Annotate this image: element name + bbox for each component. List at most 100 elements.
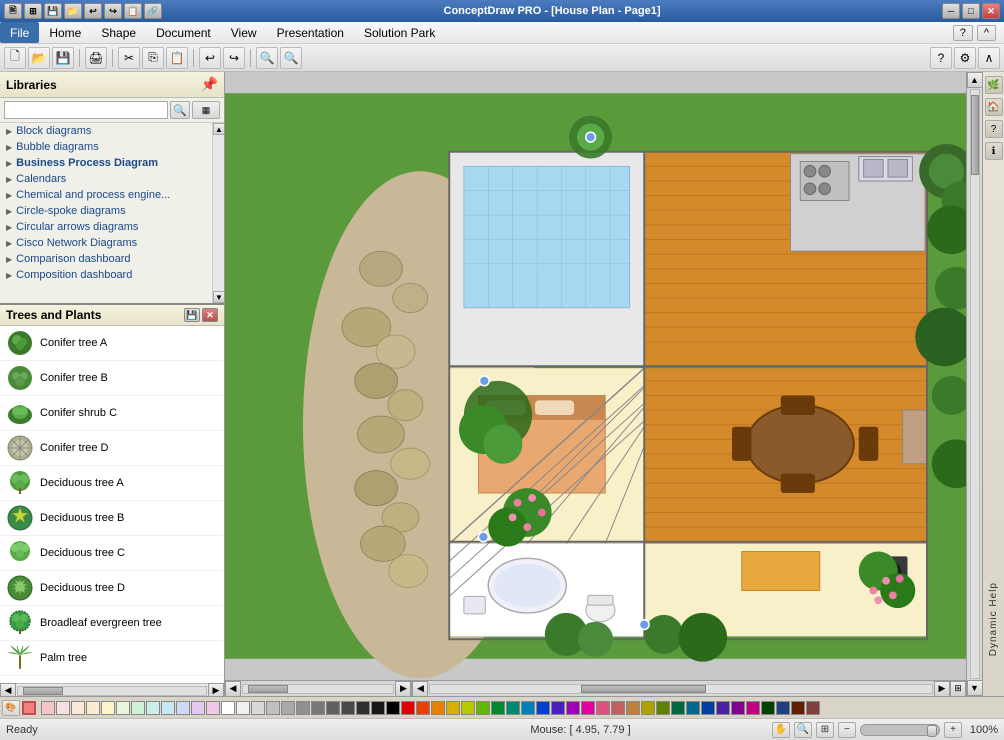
color-swatch-32[interactable]	[521, 701, 535, 715]
left-scroll-thumb[interactable]	[23, 687, 63, 695]
menu-solution-park[interactable]: Solution Park	[354, 22, 445, 43]
toolbar-open[interactable]: 📂	[28, 47, 50, 69]
left-scroll-right[interactable]: ▶	[208, 683, 224, 697]
color-swatch-29[interactable]	[476, 701, 490, 715]
menu-view[interactable]: View	[221, 22, 267, 43]
color-swatch-10[interactable]	[191, 701, 205, 715]
undo-btn[interactable]: ↩	[84, 3, 102, 19]
pin-icon[interactable]: 📌	[201, 76, 218, 93]
help-btn[interactable]: ?	[953, 25, 973, 41]
hand-tool[interactable]: ✋	[772, 722, 790, 738]
color-swatch-23[interactable]	[386, 701, 400, 715]
tree-item-broadleaf[interactable]: Broadleaf evergreen tree	[0, 606, 224, 641]
toolbar-icon-1[interactable]: 🖹	[4, 3, 22, 19]
toolbar-zoom-in[interactable]: 🔍	[256, 47, 278, 69]
current-color-fill[interactable]	[22, 701, 36, 715]
right-icon-1[interactable]: 🌿	[985, 76, 1003, 94]
canvas-scroll-left[interactable]: ◀	[225, 681, 241, 697]
lib-item-composition[interactable]: Composition dashboard	[0, 267, 212, 283]
color-swatch-28[interactable]	[461, 701, 475, 715]
tree-item-conifer-shrub[interactable]: Conifer shrub C	[0, 396, 224, 431]
right-icon-2[interactable]: 🏠	[985, 98, 1003, 116]
toolbar-up[interactable]: ∧	[978, 47, 1000, 69]
collapse-btn[interactable]: ^	[977, 25, 996, 41]
zoom-slider[interactable]	[860, 724, 940, 736]
color-swatch-6[interactable]	[131, 701, 145, 715]
color-swatch-37[interactable]	[596, 701, 610, 715]
canvas-corner-btn[interactable]: ⊞	[950, 681, 966, 697]
color-swatch-17[interactable]	[296, 701, 310, 715]
tree-item-deciduous-a[interactable]: Deciduous tree A	[0, 466, 224, 501]
fit-tool[interactable]: ⊞	[816, 722, 834, 738]
toolbar-paste[interactable]: 📋	[166, 47, 188, 69]
lib-scrollbar[interactable]: ▲ ▼	[212, 123, 224, 303]
menu-presentation[interactable]: Presentation	[267, 22, 354, 43]
tree-item-conifer-a[interactable]: Conifer tree A	[0, 326, 224, 361]
tree-item-conifer-b[interactable]: Conifer tree B	[0, 361, 224, 396]
color-swatch-42[interactable]	[671, 701, 685, 715]
tree-item-deciduous-d[interactable]: Deciduous tree D	[0, 571, 224, 606]
color-swatch-38[interactable]	[611, 701, 625, 715]
color-swatch-3[interactable]	[86, 701, 100, 715]
tree-item-palm[interactable]: Palm tree	[0, 641, 224, 676]
color-swatch-48[interactable]	[761, 701, 775, 715]
lib-item-calendars[interactable]: Calendars	[0, 171, 212, 187]
maximize-btn[interactable]: □	[962, 3, 980, 19]
left-scroll-left[interactable]: ◀	[0, 683, 16, 697]
canvas-scroll-left2[interactable]: ◀	[412, 681, 428, 697]
menu-home[interactable]: Home	[39, 22, 91, 43]
toolbar-icon-5[interactable]: 📋	[124, 3, 142, 19]
color-swatch-12[interactable]	[221, 701, 235, 715]
toolbar-undo[interactable]: ↩	[199, 47, 221, 69]
search-input[interactable]	[4, 101, 168, 119]
color-swatch-15[interactable]	[266, 701, 280, 715]
canvas-scroll-right[interactable]: ▶	[395, 681, 411, 697]
tree-item-conifer-shrub-a[interactable]: Conifer shrub a	[0, 676, 224, 683]
toolbar-icon-2[interactable]: ⊞	[24, 3, 42, 19]
color-swatch-18[interactable]	[311, 701, 325, 715]
color-swatch-36[interactable]	[581, 701, 595, 715]
toolbar-save[interactable]: 💾	[52, 47, 74, 69]
tree-item-conifer-d[interactable]: Conifer tree D	[0, 431, 224, 466]
right-icon-4[interactable]: ℹ	[985, 142, 1003, 160]
canvas-hscroll-thumb-1[interactable]	[248, 685, 288, 693]
color-swatch-43[interactable]	[686, 701, 700, 715]
color-swatch-21[interactable]	[356, 701, 370, 715]
color-swatch-2[interactable]	[71, 701, 85, 715]
color-swatch-50[interactable]	[791, 701, 805, 715]
color-swatch-14[interactable]	[251, 701, 265, 715]
color-swatch-16[interactable]	[281, 701, 295, 715]
toolbar-cut[interactable]: ✂	[118, 47, 140, 69]
color-swatch-44[interactable]	[701, 701, 715, 715]
color-swatch-30[interactable]	[491, 701, 505, 715]
color-swatch-22[interactable]	[371, 701, 385, 715]
color-swatch-26[interactable]	[431, 701, 445, 715]
canvas-hscroll-thumb-2[interactable]	[581, 685, 706, 693]
color-swatch-47[interactable]	[746, 701, 760, 715]
toolbar-icon-6[interactable]: 🔗	[144, 3, 162, 19]
canvas-scroll-up[interactable]: ▲	[967, 72, 983, 88]
canvas-scroll-down[interactable]: ▼	[967, 680, 983, 696]
color-swatch-11[interactable]	[206, 701, 220, 715]
color-swatch-34[interactable]	[551, 701, 565, 715]
lib-item-circular-arrows[interactable]: Circular arrows diagrams	[0, 219, 212, 235]
lib-item-cisco[interactable]: Cisco Network Diagrams	[0, 235, 212, 251]
zoom-tool[interactable]: 🔍	[794, 722, 812, 738]
toolbar-new[interactable]: 🗋	[4, 47, 26, 69]
trees-save-btn[interactable]: 💾	[184, 308, 200, 322]
color-swatch-0[interactable]	[41, 701, 55, 715]
lib-item-circle-spoke[interactable]: Circle-spoke diagrams	[0, 203, 212, 219]
toolbar-copy[interactable]: ⎘	[142, 47, 164, 69]
color-swatch-40[interactable]	[641, 701, 655, 715]
close-btn[interactable]: ✕	[982, 3, 1000, 19]
toolbar-icon-4[interactable]: 📁	[64, 3, 82, 19]
tree-item-deciduous-b[interactable]: Deciduous tree B	[0, 501, 224, 536]
lib-item-chemical[interactable]: Chemical and process engine...	[0, 187, 212, 203]
color-swatch-33[interactable]	[536, 701, 550, 715]
lib-item-bpd[interactable]: Business Process Diagram	[0, 155, 212, 171]
color-swatch-31[interactable]	[506, 701, 520, 715]
lib-scroll-up[interactable]: ▲	[213, 123, 224, 135]
toolbar-help[interactable]: ?	[930, 47, 952, 69]
zoom-minus[interactable]: −	[838, 722, 856, 738]
toolbar-redo[interactable]: ↪	[223, 47, 245, 69]
